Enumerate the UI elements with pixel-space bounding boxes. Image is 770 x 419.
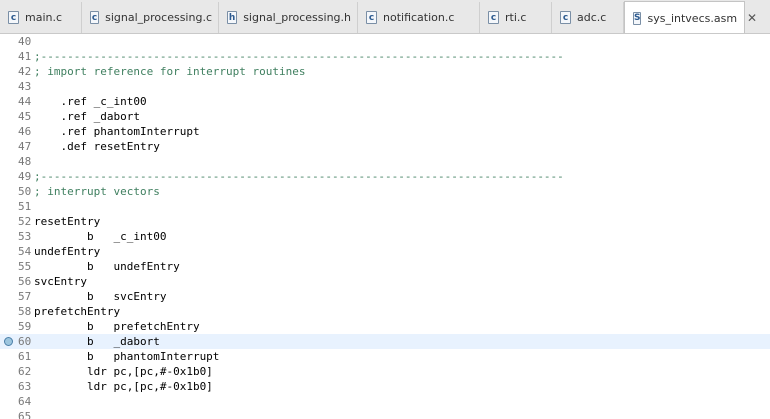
c-file-icon: c <box>366 11 377 24</box>
code-line[interactable]: 65 <box>0 409 770 419</box>
tab-label: signal_processing.c <box>105 11 212 24</box>
code-line[interactable]: 58 prefetchEntry <box>0 304 770 319</box>
line-number: 56 <box>18 275 32 288</box>
line-number: 53 <box>18 230 32 243</box>
line-number: 57 <box>18 290 32 303</box>
line-number: 59 <box>18 320 32 333</box>
line-number: 40 <box>18 35 32 48</box>
code-line[interactable]: 59 b prefetchEntry <box>0 319 770 334</box>
breakpoint-icon[interactable] <box>4 337 13 346</box>
header-file-icon: h <box>227 11 238 24</box>
code-text: svcEntry <box>34 275 87 288</box>
tab-notification-c[interactable]: c notification.c <box>358 2 480 33</box>
code-comment: ;---------------------------------------… <box>34 50 564 63</box>
code-text: resetEntry <box>34 215 101 228</box>
line-number: 48 <box>18 155 32 168</box>
line-number: 45 <box>18 110 32 123</box>
tab-label: rti.c <box>505 11 527 24</box>
line-number: 41 <box>18 50 32 63</box>
tab-label: notification.c <box>383 11 455 24</box>
tab-label: signal_processing.h <box>243 11 351 24</box>
code-line[interactable]: 53 b _c_int00 <box>0 229 770 244</box>
code-line[interactable]: 50; interrupt vectors <box>0 184 770 199</box>
code-line[interactable]: 56 svcEntry <box>0 274 770 289</box>
code-editor[interactable]: 40 41 ;-----------------------------------… <box>0 34 770 419</box>
line-number: 47 <box>18 140 32 153</box>
line-number: 64 <box>18 395 32 408</box>
code-text: b undefEntry <box>34 260 180 273</box>
line-number: 44 <box>18 95 32 108</box>
tab-label: sys_intvecs.asm <box>647 11 738 25</box>
code-text: .def resetEntry <box>34 140 160 153</box>
line-number: 51 <box>18 200 32 213</box>
line-number: 42 <box>18 65 32 78</box>
code-line[interactable]: 44 .ref _c_int00 <box>0 94 770 109</box>
code-text: ldr pc,[pc,#-0x1b0] <box>34 365 213 378</box>
tab-label: main.c <box>25 11 63 24</box>
line-number: 43 <box>18 80 32 93</box>
c-file-icon: c <box>90 11 100 24</box>
line-number: 52 <box>18 215 32 228</box>
code-text: b prefetchEntry <box>34 320 200 333</box>
assembly-file-icon: S <box>633 11 642 25</box>
code-line[interactable]: 40 <box>0 34 770 49</box>
code-text: b _c_int00 <box>34 230 167 243</box>
code-text: .ref _dabort <box>34 110 140 123</box>
code-line[interactable]: 47 .def resetEntry <box>0 139 770 154</box>
code-line[interactable]: 54 undefEntry <box>0 244 770 259</box>
code-text: b _dabort <box>34 335 160 348</box>
code-line[interactable]: 48 <box>0 154 770 169</box>
line-number: 63 <box>18 380 32 393</box>
code-line[interactable]: 63 ldr pc,[pc,#-0x1b0] <box>0 379 770 394</box>
code-line[interactable]: 57 b svcEntry <box>0 289 770 304</box>
line-number: 54 <box>18 245 32 258</box>
code-line[interactable]: 43 <box>0 79 770 94</box>
code-line[interactable]: 55 b undefEntry <box>0 259 770 274</box>
code-comment: ; interrupt vectors <box>34 185 160 198</box>
code-text: b svcEntry <box>34 290 167 303</box>
editor-tab-bar: c main.c c signal_processing.c h signal_proce… <box>0 0 770 34</box>
code-line[interactable]: 62 ldr pc,[pc,#-0x1b0] <box>0 364 770 379</box>
tab-main-c[interactable]: c main.c <box>0 2 82 33</box>
line-number: 50 <box>18 185 32 198</box>
c-file-icon: c <box>8 11 19 24</box>
code-line[interactable]: 41 ;-------------------------------------… <box>0 49 770 64</box>
code-line[interactable]: 46 .ref phantomInterrupt <box>0 124 770 139</box>
code-line[interactable]: 49 ;-------------------------------------… <box>0 169 770 184</box>
tab-rti-c[interactable]: c rti.c <box>480 2 552 33</box>
line-number: 49 <box>18 170 32 183</box>
tab-signal-processing-h[interactable]: h signal_processing.h <box>219 2 358 33</box>
code-text: .ref phantomInterrupt <box>34 125 200 138</box>
code-line[interactable]: 45 .ref _dabort <box>0 109 770 124</box>
code-text: undefEntry <box>34 245 101 258</box>
line-number: 61 <box>18 350 32 363</box>
code-text: prefetchEntry <box>34 305 121 318</box>
tab-signal-processing-c[interactable]: c signal_processing.c <box>82 2 219 33</box>
code-comment: ; import reference for interrupt routine… <box>34 65 306 78</box>
close-tab-icon[interactable]: ✕ <box>747 11 757 25</box>
line-number: 58 <box>18 305 32 318</box>
line-number: 55 <box>18 260 32 273</box>
tab-sys-intvecs-asm[interactable]: Ssys_intvecs.asm ✕ <box>624 1 757 33</box>
line-number: 62 <box>18 365 32 378</box>
tab-adc-c[interactable]: c adc.c <box>552 2 624 33</box>
code-line[interactable]: 42; import reference for interrupt routi… <box>0 64 770 79</box>
code-line[interactable]: 52 resetEntry <box>0 214 770 229</box>
c-file-icon: c <box>560 11 571 24</box>
c-file-icon: c <box>488 11 499 24</box>
code-line[interactable]: 60 b _dabort <box>0 334 770 349</box>
code-text: ldr pc,[pc,#-0x1b0] <box>34 380 213 393</box>
tab-label: adc.c <box>577 11 607 24</box>
code-line[interactable]: 51 <box>0 199 770 214</box>
line-number: 46 <box>18 125 32 138</box>
code-comment: ;---------------------------------------… <box>34 170 564 183</box>
code-text: b phantomInterrupt <box>34 350 220 363</box>
code-line[interactable]: 61 b phantomInterrupt <box>0 349 770 364</box>
code-line[interactable]: 64 <box>0 394 770 409</box>
code-text: .ref _c_int00 <box>34 95 147 108</box>
line-number: 65 <box>18 410 32 419</box>
